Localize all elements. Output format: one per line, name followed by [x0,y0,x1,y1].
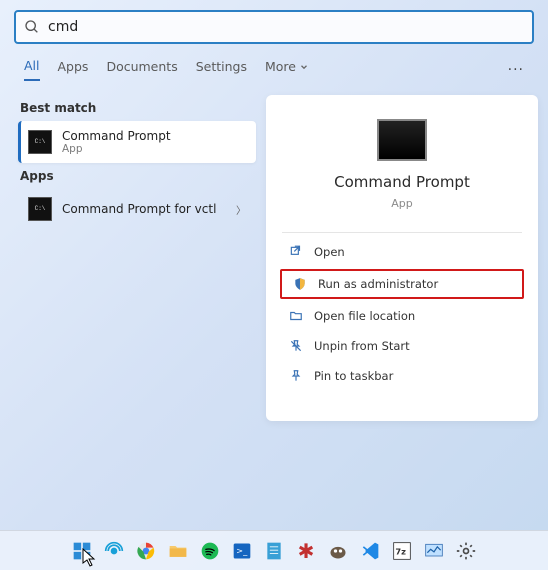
shield-icon [292,276,308,292]
action-unpin-from-start[interactable]: Unpin from Start [276,331,528,361]
taskbar-app-explorer[interactable] [164,537,192,565]
app-icon-large [377,119,427,161]
taskbar-app-notepad[interactable] [260,537,288,565]
search-input[interactable] [48,19,524,35]
details-subtitle: App [391,197,413,210]
open-icon [288,244,304,260]
taskbar-app-spotify[interactable] [196,537,224,565]
action-label: Pin to taskbar [314,369,393,383]
search-icon [24,19,40,35]
mouse-cursor [82,548,98,568]
result-title: Command Prompt for vctl [62,202,216,216]
divider [282,232,522,233]
tab-more[interactable]: More [265,59,309,80]
result-command-prompt-vctl[interactable]: C:\ Command Prompt for vctl 〉 [18,189,256,229]
command-prompt-icon: C:\ [28,197,52,221]
action-run-as-administrator[interactable]: Run as administrator [280,269,524,299]
more-options-button[interactable]: ··· [508,62,524,78]
search-bar[interactable] [14,10,534,44]
chevron-down-icon [299,62,309,72]
svg-text:7z: 7z [395,546,406,556]
taskbar-app-settings[interactable] [452,537,480,565]
taskbar-app-7zip[interactable]: 7z [388,537,416,565]
tab-all[interactable]: All [24,58,40,81]
results-list: Best match C:\ Command Prompt App Apps C… [18,95,256,421]
action-label: Run as administrator [318,277,438,291]
result-command-prompt[interactable]: C:\ Command Prompt App [18,121,256,163]
result-title: Command Prompt [62,129,171,143]
action-label: Unpin from Start [314,339,410,353]
best-match-label: Best match [20,101,254,115]
unpin-icon [288,338,304,354]
result-subtitle: App [62,143,171,155]
search-tabs: All Apps Documents Settings More ··· [0,44,548,91]
action-label: Open file location [314,309,415,323]
svg-text:>_: >_ [236,545,248,555]
folder-icon [288,308,304,324]
command-prompt-icon: C:\ [28,130,52,154]
action-open[interactable]: Open [276,237,528,267]
action-pin-to-taskbar[interactable]: Pin to taskbar [276,361,528,391]
taskbar-app-gimp[interactable] [324,537,352,565]
details-title: Command Prompt [334,173,470,191]
tab-apps[interactable]: Apps [58,59,89,80]
action-open-file-location[interactable]: Open file location [276,301,528,331]
taskbar-app-monitor[interactable] [420,537,448,565]
taskbar-app-terminal[interactable]: >_ [228,537,256,565]
taskbar-app-puzzle[interactable]: ✱ [292,537,320,565]
taskbar-app-podcast[interactable] [100,537,128,565]
start-search-panel: All Apps Documents Settings More ··· Bes… [0,10,548,570]
tab-settings[interactable]: Settings [196,59,247,80]
taskbar-app-chrome[interactable] [132,537,160,565]
pin-icon [288,368,304,384]
details-pane: Command Prompt App Open Run as administr… [266,95,538,421]
taskbar-app-vscode[interactable] [356,537,384,565]
action-label: Open [314,245,345,259]
chevron-right-icon: 〉 [236,202,246,217]
apps-label: Apps [20,169,254,183]
tab-documents[interactable]: Documents [106,59,177,80]
